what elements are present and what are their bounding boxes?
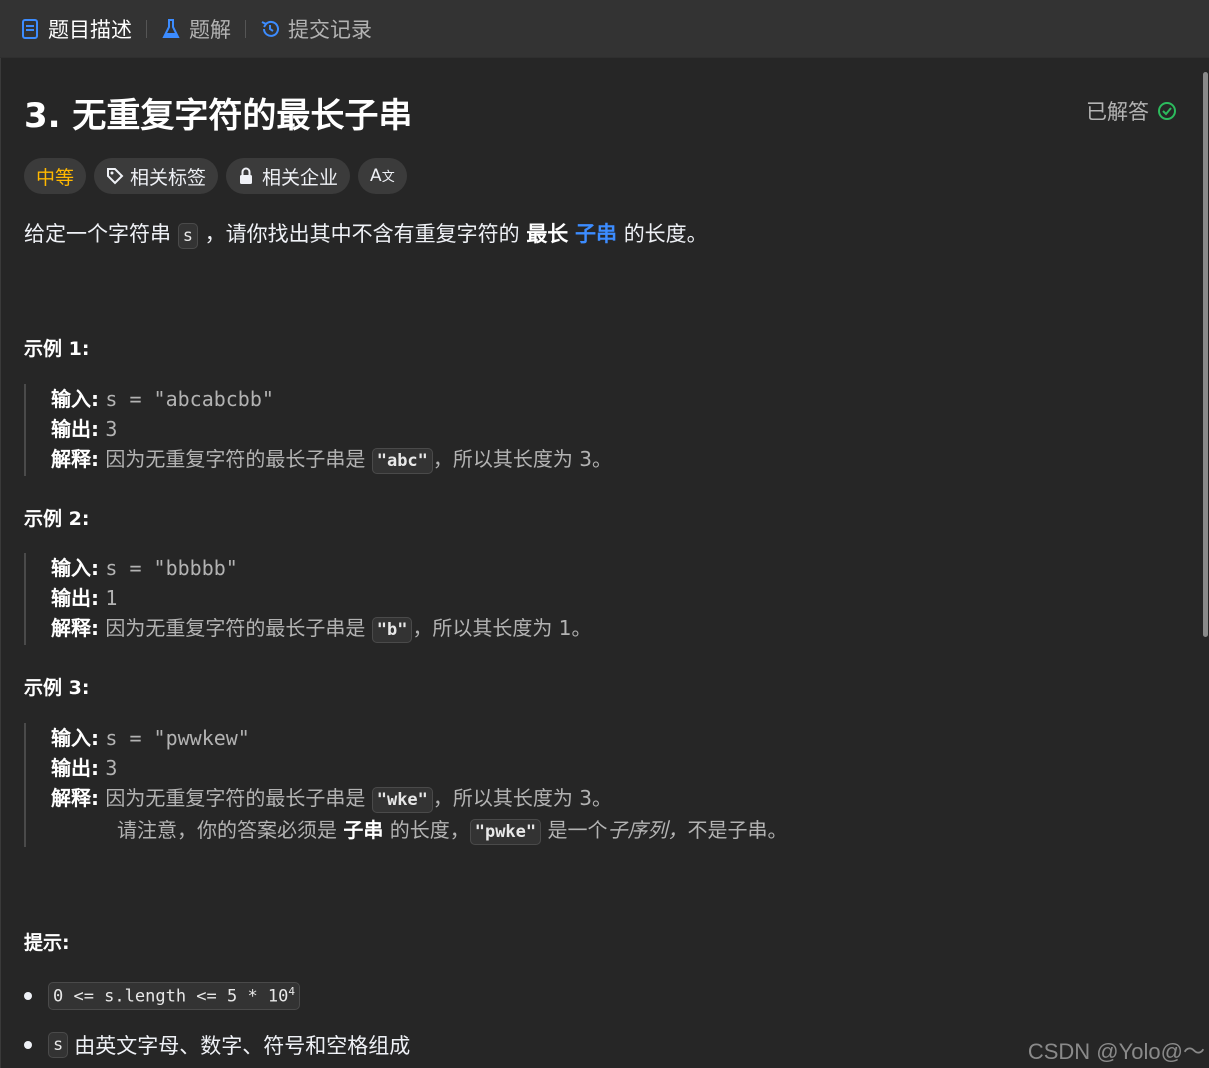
tag-row: 中等 相关标签 相关企业 A文 — [24, 158, 407, 194]
related-companies-label: 相关企业 — [262, 166, 339, 189]
watermark: CSDN @Yolo@～ — [1027, 1039, 1205, 1064]
scrollbar-thumb[interactable] — [1203, 72, 1208, 637]
example-title: 示例 3: — [24, 677, 90, 699]
solved-label: 已解答 — [1086, 100, 1149, 124]
solved-status: 已解答 — [1086, 96, 1177, 126]
tab-submissions-label: 提交记录 — [288, 17, 372, 42]
example-block: 输入: s = "bbbbb" 输出: 1 解释: 因为无重复字符的最长子串是 … — [24, 553, 592, 645]
tab-submissions[interactable]: 提交记录 — [260, 0, 372, 58]
description-icon — [20, 18, 40, 40]
tab-description[interactable]: 题目描述 — [20, 0, 132, 58]
difficulty-badge[interactable]: 中等 — [24, 158, 87, 194]
bullet — [24, 1041, 32, 1049]
lock-icon — [238, 167, 256, 185]
example-block: 输入: s = "abcabcbb" 输出: 3 解释: 因为无重复字符的最长子… — [24, 384, 612, 476]
example-title: 示例 1: — [24, 338, 90, 360]
tab-divider — [245, 19, 246, 38]
check-circle-icon — [1157, 101, 1177, 121]
related-companies-button[interactable]: 相关企业 — [226, 158, 351, 194]
tab-divider — [146, 19, 147, 38]
substring-link[interactable]: 子串 — [575, 222, 617, 246]
related-tags-button[interactable]: 相关标签 — [94, 158, 219, 194]
list-item: 0 <= s.length <= 5 * 104 — [24, 982, 301, 1010]
tab-solutions-label: 题解 — [189, 17, 231, 42]
problem-title[interactable]: 3. 无重复字符的最长子串 — [24, 88, 412, 137]
example-block: 输入: s = "pwwkew" 输出: 3 解释: 因为无重复字符的最长子串是… — [24, 723, 788, 847]
flask-icon — [161, 18, 181, 40]
inline-code: 0 <= s.length <= 5 * 104 — [48, 982, 301, 1010]
inline-code: s — [177, 223, 198, 249]
tag-icon — [106, 167, 124, 185]
translate-button[interactable]: A文 — [358, 158, 407, 194]
hints-title: 提示: — [24, 932, 70, 954]
tab-solutions[interactable]: 题解 — [161, 0, 231, 58]
tab-description-label: 题目描述 — [48, 17, 132, 42]
list-item: s 由英文字母、数字、符号和空格组成 — [24, 1030, 410, 1060]
history-icon — [260, 18, 280, 40]
inline-code: s — [48, 1032, 69, 1058]
example-title: 示例 2: — [24, 508, 90, 530]
example-note: 请注意，你的答案必须是 子串 的长度， "pwke" 是一个子序列，不是子串。 — [51, 815, 788, 847]
related-tags-label: 相关标签 — [130, 166, 207, 189]
problem-description: 给定一个字符串 s ，请你找出其中不含有重复字符的 最长 子串 的长度。 — [24, 218, 708, 249]
tab-bar: 题目描述 题解 提交记录 — [0, 0, 1209, 58]
bullet — [24, 991, 32, 1000]
translate-icon: A文 — [370, 166, 395, 186]
